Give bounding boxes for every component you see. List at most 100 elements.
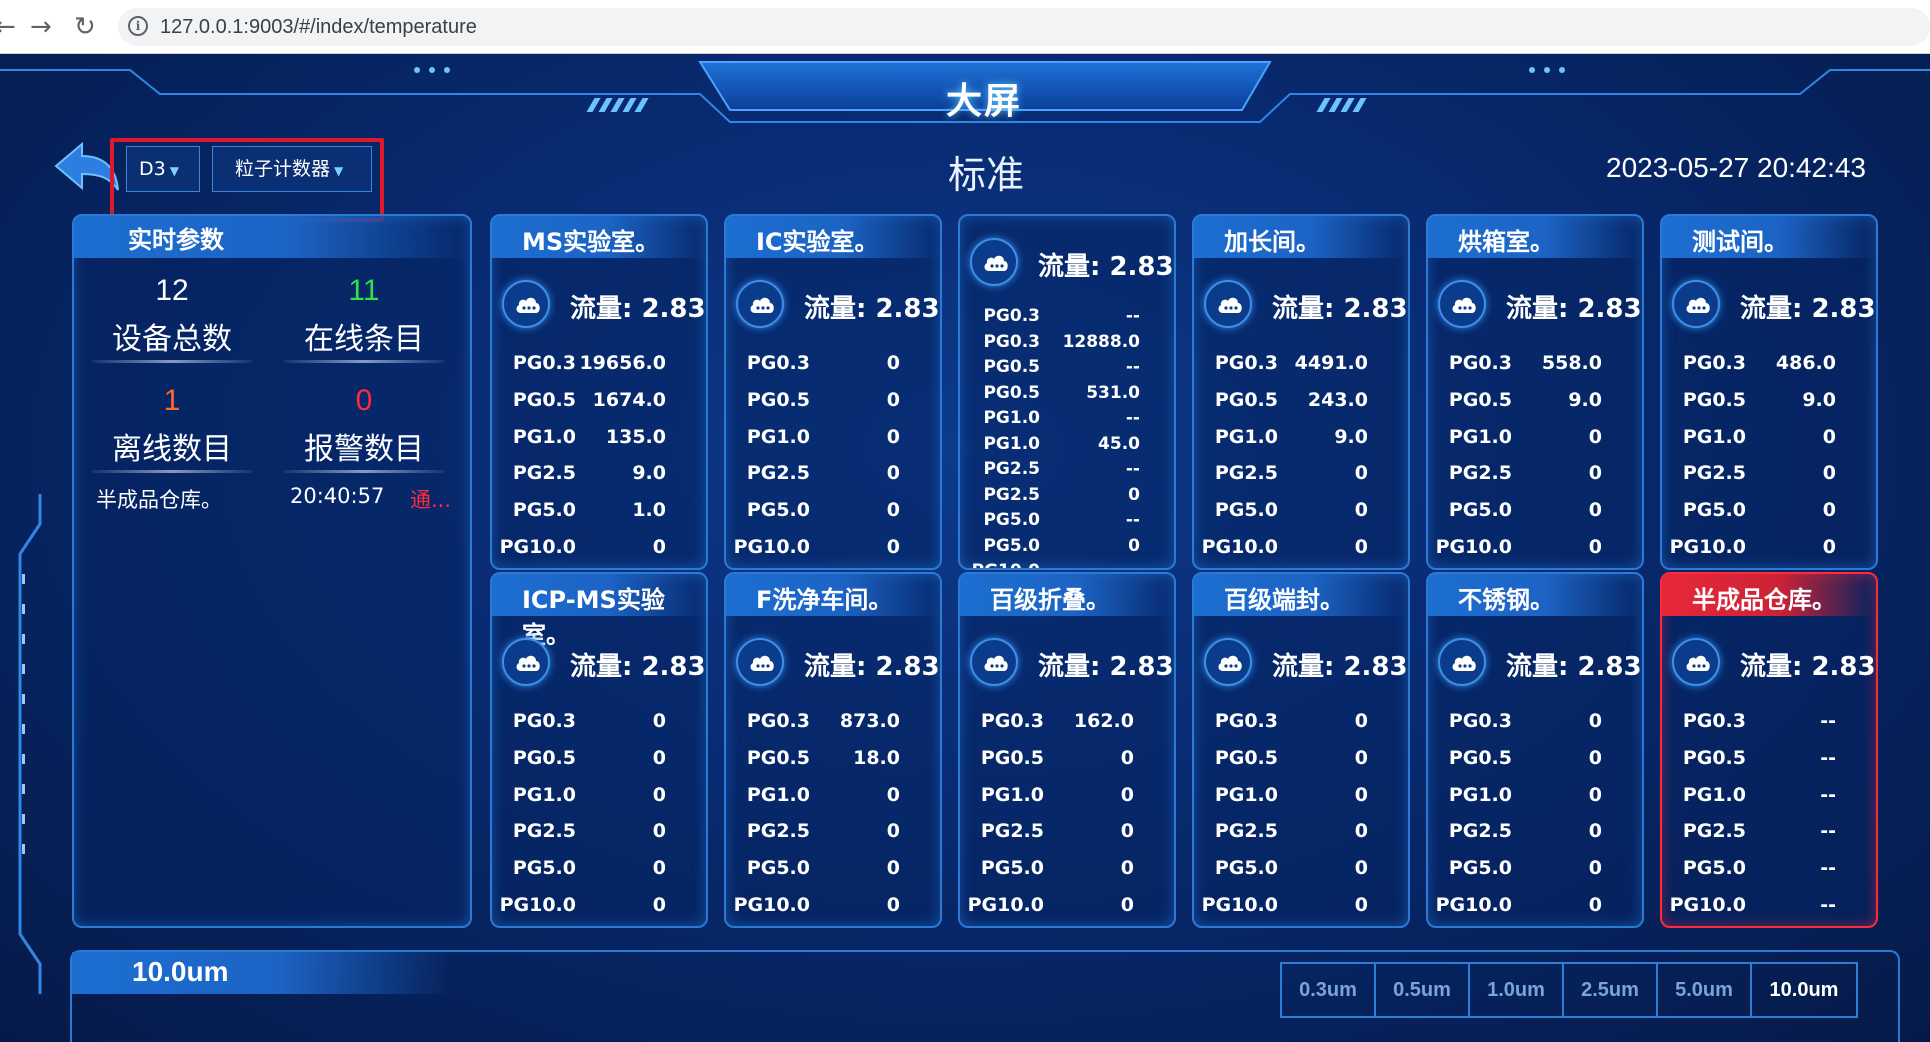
flow-row: 流量: 2.83L xyxy=(970,238,1174,286)
particle-count-value: -- xyxy=(1820,894,1836,916)
flow-value: 流量: 2.83L xyxy=(1038,652,1176,682)
cloud-icon xyxy=(1672,638,1720,686)
particle-row: PG0.3 486.0 xyxy=(1662,352,1876,382)
particle-row: PG0.3 162.0 xyxy=(960,710,1174,740)
particle-row: PG0.5 243.0 xyxy=(1194,389,1408,419)
particle-row: PG0.5 9.0 xyxy=(1428,389,1642,419)
particle-row: PG5.0 1.0 xyxy=(492,499,706,529)
room-panel[interactable]: 百级折叠。 流量: 2.83L PG0.3 162.0 PG0.5 0 PG1.0 0 PG2.… xyxy=(958,572,1176,928)
size-button-5-0um[interactable]: 5.0um xyxy=(1658,964,1752,1016)
particle-size-label: PG10.0 xyxy=(1669,894,1746,916)
size-button-0-3um[interactable]: 0.3um xyxy=(1282,964,1376,1016)
particle-size-label: PG0.3 xyxy=(1448,710,1512,732)
room-panel[interactable]: 半成品仓库。 流量: 2.83L PG0.3 -- PG0.5 -- PG1.0 -- PG2.… xyxy=(1660,572,1878,928)
particle-size-label: PG10.0 xyxy=(499,536,576,558)
particle-row: PG0.3 558.0 xyxy=(1428,352,1642,382)
room-panel-header: 烘箱室。 xyxy=(1428,216,1642,258)
particle-row: PG0.3 19656.0 xyxy=(492,352,706,382)
size-button-0-5um[interactable]: 0.5um xyxy=(1376,964,1470,1016)
room-panel[interactable]: F洗净车间。 流量: 2.83L PG0.3 873.0 PG0.5 18.0 PG1.0 0… xyxy=(724,572,942,928)
arrow-left-icon[interactable]: ← xyxy=(0,12,16,42)
room-panel[interactable]: 百级端封。 流量: 2.83L PG0.3 0 PG0.5 0 PG1.0 0 PG2.5 0 PG… xyxy=(1192,572,1410,928)
particle-count-value: 0 xyxy=(886,388,900,411)
size-button-10-0um[interactable]: 10.0um xyxy=(1752,964,1856,1016)
page-subtitle: 标准 xyxy=(948,153,1025,197)
particle-row: PG0.3 4491.0 xyxy=(1194,352,1408,382)
particle-count-value: 0 xyxy=(1588,462,1602,485)
room-panel[interactable]: ICP-MS实验室。 流量: 2.83L PG0.3 0 PG0.5 0 PG1.0 0 PG2… xyxy=(490,572,708,928)
particle-count-value: 135.0 xyxy=(605,425,666,448)
online-count-value: 11 xyxy=(348,274,380,307)
particle-row: PG0.5 0 xyxy=(492,747,706,777)
particle-row: PG1.0 -- xyxy=(960,408,1174,432)
room-panel[interactable]: 流量: 2.83L PG0.3 -- PG0.3 12888.0 PG0.5 -- PG0.5… xyxy=(958,214,1176,570)
particle-size-label: PG5.0 xyxy=(1214,499,1278,522)
particle-count-value: 0 xyxy=(1120,857,1134,880)
particle-size-label: PG0.3 xyxy=(1448,352,1512,374)
room-panel[interactable]: 不锈钢。 流量: 2.83L PG0.3 0 PG0.5 0 PG1.0 0 PG2.5 0 PG5… xyxy=(1426,572,1644,928)
particle-count-value: 1674.0 xyxy=(592,388,666,411)
alarm-entry-status[interactable]: 通... xyxy=(410,484,451,514)
particle-count-value: 558.0 xyxy=(1541,352,1602,374)
url-text: 127.0.0.1:9003/#/index/temperature xyxy=(160,16,477,38)
flow-row: 流量: 2.83L xyxy=(1672,638,1876,686)
particle-size-label: PG0.3 xyxy=(983,331,1040,352)
info-icon[interactable]: i xyxy=(128,16,148,36)
flow-value: 流量: 2.83L xyxy=(1506,652,1644,682)
particle-count-value: 0 xyxy=(1128,484,1140,505)
cloud-icon xyxy=(736,638,784,686)
particle-size-label: PG10.0 xyxy=(1669,536,1746,558)
cloud-icon xyxy=(736,280,784,328)
room-panel-header: IC实验室。 xyxy=(726,216,940,258)
bottom-chart-header: 10.0um xyxy=(72,952,452,994)
particle-row: PG10.0 0 xyxy=(1662,536,1876,566)
particle-row: PG0.5 531.0 xyxy=(960,383,1174,407)
particle-row: PG0.3 0 xyxy=(726,352,940,382)
room-panel[interactable]: 加长间。 流量: 2.83L PG0.3 4491.0 PG0.5 243.0 PG1.0 9… xyxy=(1192,214,1410,570)
address-bar[interactable]: i 127.0.0.1:9003/#/index/temperature xyxy=(118,8,1930,46)
particle-count-value: 0 xyxy=(1120,820,1134,843)
room-panel-header: 半成品仓库。 xyxy=(1662,574,1876,616)
particle-count-value: 531.0 xyxy=(1086,382,1140,403)
particle-row: PG2.5 0 xyxy=(960,485,1174,509)
particle-count-value: 0 xyxy=(1588,710,1602,732)
particle-count-value: 0 xyxy=(652,894,666,916)
room-panel[interactable]: MS实验室。 流量: 2.83L PG0.3 19656.0 PG0.5 1674.0 PG… xyxy=(490,214,708,570)
room-panel[interactable]: IC实验室。 流量: 2.83L PG0.3 0 PG0.5 0 PG1.0 0 PG2.5 0 P… xyxy=(724,214,942,570)
particle-count-value: 0 xyxy=(1120,783,1134,806)
particle-count-value: 0 xyxy=(1822,462,1836,485)
flow-row: 流量: 2.83L xyxy=(1438,280,1642,328)
particle-row: PG2.5 9.0 xyxy=(492,462,706,492)
room-name: 烘箱室。 xyxy=(1458,228,1554,256)
size-button-2-5um[interactable]: 2.5um xyxy=(1564,964,1658,1016)
particle-size-label: PG0.5 xyxy=(746,746,810,769)
particle-count-value: 0 xyxy=(1588,820,1602,843)
particle-row: PG1.0 0 xyxy=(1428,784,1642,814)
room-panel[interactable]: 烘箱室。流量: 2.83L PG0.3 558.0 PG0.5 9.0 PG1.0 0 PG2… xyxy=(1426,214,1644,570)
flow-value: 流量: 2.83L xyxy=(804,652,942,682)
room-panel[interactable]: 测试间。 流量: 2.83L PG0.3 486.0 PG0.5 9.0 PG1.0 0 PG2… xyxy=(1660,214,1878,570)
particle-row: PG5.0 0 xyxy=(492,857,706,887)
particle-size-label: PG0.3 xyxy=(1214,352,1278,374)
particle-size-label: PG1.0 xyxy=(1682,425,1746,448)
room-panel-header: F洗净车间。 xyxy=(726,574,940,616)
alarm-count-value: 0 xyxy=(355,384,373,417)
flow-row: 流量: 2.83L xyxy=(736,280,940,328)
particle-row: PG2.5 0 xyxy=(492,820,706,850)
particle-row: PG0.5 -- xyxy=(960,357,1174,381)
reload-icon[interactable]: ↻ xyxy=(74,12,96,42)
particle-row: PG0.5 0 xyxy=(1194,747,1408,777)
particle-size-label: PG2.5 xyxy=(1448,462,1512,485)
particle-size-label: PG1.0 xyxy=(1448,425,1512,448)
particle-size-label: PG0.5 xyxy=(1214,388,1278,411)
particle-size-label: PG5.0 xyxy=(746,857,810,880)
particle-row: PG1.0 9.0 xyxy=(1194,426,1408,456)
summary-panel-header: 实时参数 xyxy=(74,216,470,258)
particle-row: PG2.5 0 xyxy=(726,462,940,492)
particle-row: PG1.0 0 xyxy=(492,784,706,814)
flow-row: 流量: 2.83L xyxy=(502,638,706,686)
arrow-right-icon[interactable]: → xyxy=(30,12,52,42)
size-button-1-0um[interactable]: 1.0um xyxy=(1470,964,1564,1016)
particle-count-value: 9.0 xyxy=(632,462,666,485)
particle-count-value: 0 xyxy=(1354,710,1368,732)
